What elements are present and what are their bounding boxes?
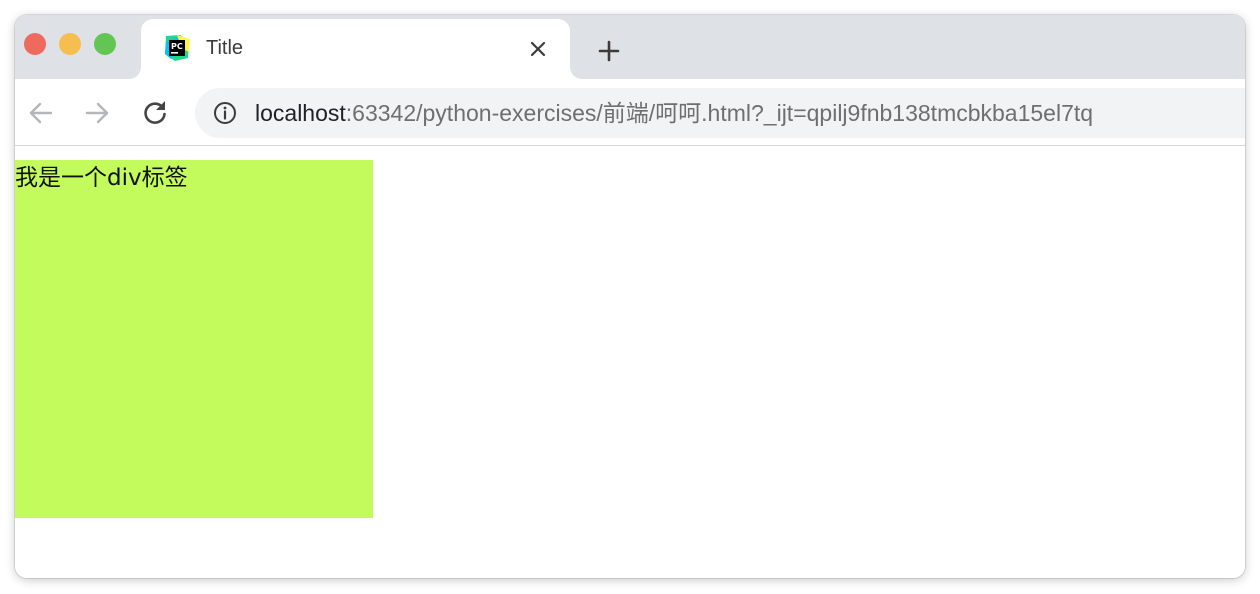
svg-text:PC: PC	[171, 42, 183, 51]
address-bar[interactable]: localhost:63342/python-exercises/前端/呵呵.h…	[195, 88, 1245, 138]
new-tab-plus-icon[interactable]	[593, 35, 625, 67]
window-maximize-button[interactable]	[94, 33, 116, 55]
info-icon[interactable]	[213, 101, 237, 125]
arrow-left-icon[interactable]	[25, 97, 57, 129]
url-host: localhost	[255, 100, 346, 126]
browser-toolbar: localhost:63342/python-exercises/前端/呵呵.h…	[15, 81, 1245, 146]
tab-title: Title	[206, 37, 244, 59]
arrow-right-icon[interactable]	[81, 97, 113, 129]
tab-strip: PC Title	[15, 15, 1245, 81]
browser-tab[interactable]: PC Title	[141, 19, 570, 81]
pycharm-icon: PC	[163, 34, 191, 62]
window-minimize-button[interactable]	[59, 33, 81, 55]
window-close-button[interactable]	[24, 33, 46, 55]
browser-window: PC Title localhost:63342/python-exercise…	[15, 15, 1245, 578]
green-div-box: 我是一个div标签	[15, 160, 373, 518]
div-text: 我是一个div标签	[15, 165, 188, 191]
page-content: 我是一个div标签	[15, 146, 1245, 578]
url-path: :63342/python-exercises/前端/呵呵.html?_ijt=…	[345, 100, 1094, 126]
tab-close-icon[interactable]	[525, 36, 551, 62]
reload-icon[interactable]	[139, 97, 171, 129]
url-text: localhost:63342/python-exercises/前端/呵呵.h…	[255, 100, 1093, 126]
